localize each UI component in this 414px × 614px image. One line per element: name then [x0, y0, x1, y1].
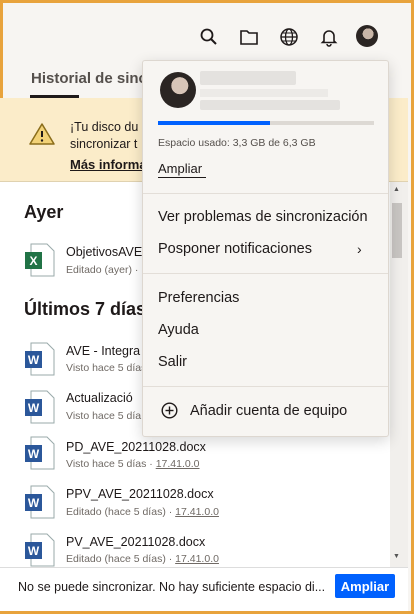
menu-item-preferences[interactable]: Preferencias [158, 290, 239, 306]
banner-text-line1: ¡Tu disco du [70, 120, 139, 134]
sync-error-message: No se puede sincronizar. No hay suficien… [18, 580, 326, 594]
account-email-redacted [200, 100, 340, 110]
svg-text:W: W [28, 447, 40, 461]
word-file-icon: W [25, 390, 55, 424]
search-icon[interactable] [196, 24, 222, 50]
menu-divider [143, 386, 388, 387]
storage-usage-text: Espacio usado: 3,3 GB de 6,3 GB [158, 137, 316, 149]
file-meta: Visto hace 5 día [66, 410, 142, 422]
file-name[interactable]: PV_AVE_20211028.docx [66, 535, 205, 549]
version-link[interactable]: 17.41.0.0 [156, 458, 200, 470]
storage-usage-fill [158, 121, 270, 125]
upgrade-link-underline [158, 177, 206, 178]
scrollbar-thumb[interactable] [392, 203, 402, 258]
menu-divider [143, 193, 388, 194]
menu-item-add-team-account[interactable]: Añadir cuenta de equipo [190, 403, 347, 419]
menu-item-snooze-notifications[interactable]: Posponer notificaciones [158, 241, 312, 257]
add-circle-icon [161, 402, 178, 419]
menu-item-quit[interactable]: Salir [158, 354, 187, 370]
folder-icon[interactable] [236, 24, 262, 50]
learn-more-link[interactable]: Más informa [70, 157, 147, 172]
menu-item-help[interactable]: Ayuda [158, 322, 199, 338]
upgrade-button[interactable]: Ampliar [335, 574, 395, 598]
warning-icon [29, 123, 55, 145]
file-meta: Editado (hace 5 días) · 17.41.0.0 [66, 506, 219, 518]
globe-icon[interactable] [276, 24, 302, 50]
file-name[interactable]: PPV_AVE_20211028.docx [66, 487, 214, 501]
svg-text:W: W [28, 544, 40, 558]
chevron-right-icon: › [357, 241, 362, 257]
file-meta: Editado (ayer) · [66, 264, 139, 276]
svg-text:W: W [28, 401, 40, 415]
account-name-redacted-2 [200, 89, 328, 97]
file-name[interactable]: ObjetivosAVE [66, 245, 142, 259]
version-link[interactable]: 17.41.0.0 [175, 506, 219, 518]
file-name[interactable]: Actualizació [66, 391, 133, 405]
file-name[interactable]: PD_AVE_20211028.docx [66, 440, 206, 454]
word-file-icon: W [25, 533, 55, 567]
account-name-redacted [200, 71, 296, 85]
section-header-yesterday: Ayer [24, 202, 64, 222]
svg-text:W: W [28, 496, 40, 510]
svg-text:X: X [29, 254, 37, 268]
excel-file-icon: X [25, 243, 55, 277]
upgrade-link[interactable]: Ampliar [158, 161, 202, 176]
word-file-icon: W [25, 436, 55, 470]
bell-icon[interactable] [316, 24, 342, 50]
file-meta: Visto hace 5 días [66, 362, 147, 374]
file-name[interactable]: AVE - Integra [66, 344, 140, 358]
menu-item-view-sync-issues[interactable]: Ver problemas de sincronización [158, 209, 368, 225]
svg-text:W: W [28, 353, 40, 367]
section-header-last-7-days: Últimos 7 días [24, 299, 147, 319]
menu-divider [143, 273, 388, 274]
file-meta: Editado (hace 5 días) · 17.41.0.0 [66, 553, 219, 565]
word-file-icon: W [25, 342, 55, 376]
scroll-up-arrow[interactable]: ▲ [393, 186, 400, 193]
banner-text-line2: sincronizar t [70, 137, 138, 151]
scroll-down-arrow[interactable]: ▼ [393, 553, 400, 560]
word-file-icon: W [25, 485, 55, 519]
account-avatar [160, 72, 196, 108]
avatar[interactable] [356, 25, 378, 47]
tab-sync-history[interactable]: Historial de sinc [31, 70, 147, 87]
file-meta: Visto hace 5 días · 17.41.0.0 [66, 458, 200, 470]
version-link[interactable]: 17.41.0.0 [175, 553, 219, 565]
